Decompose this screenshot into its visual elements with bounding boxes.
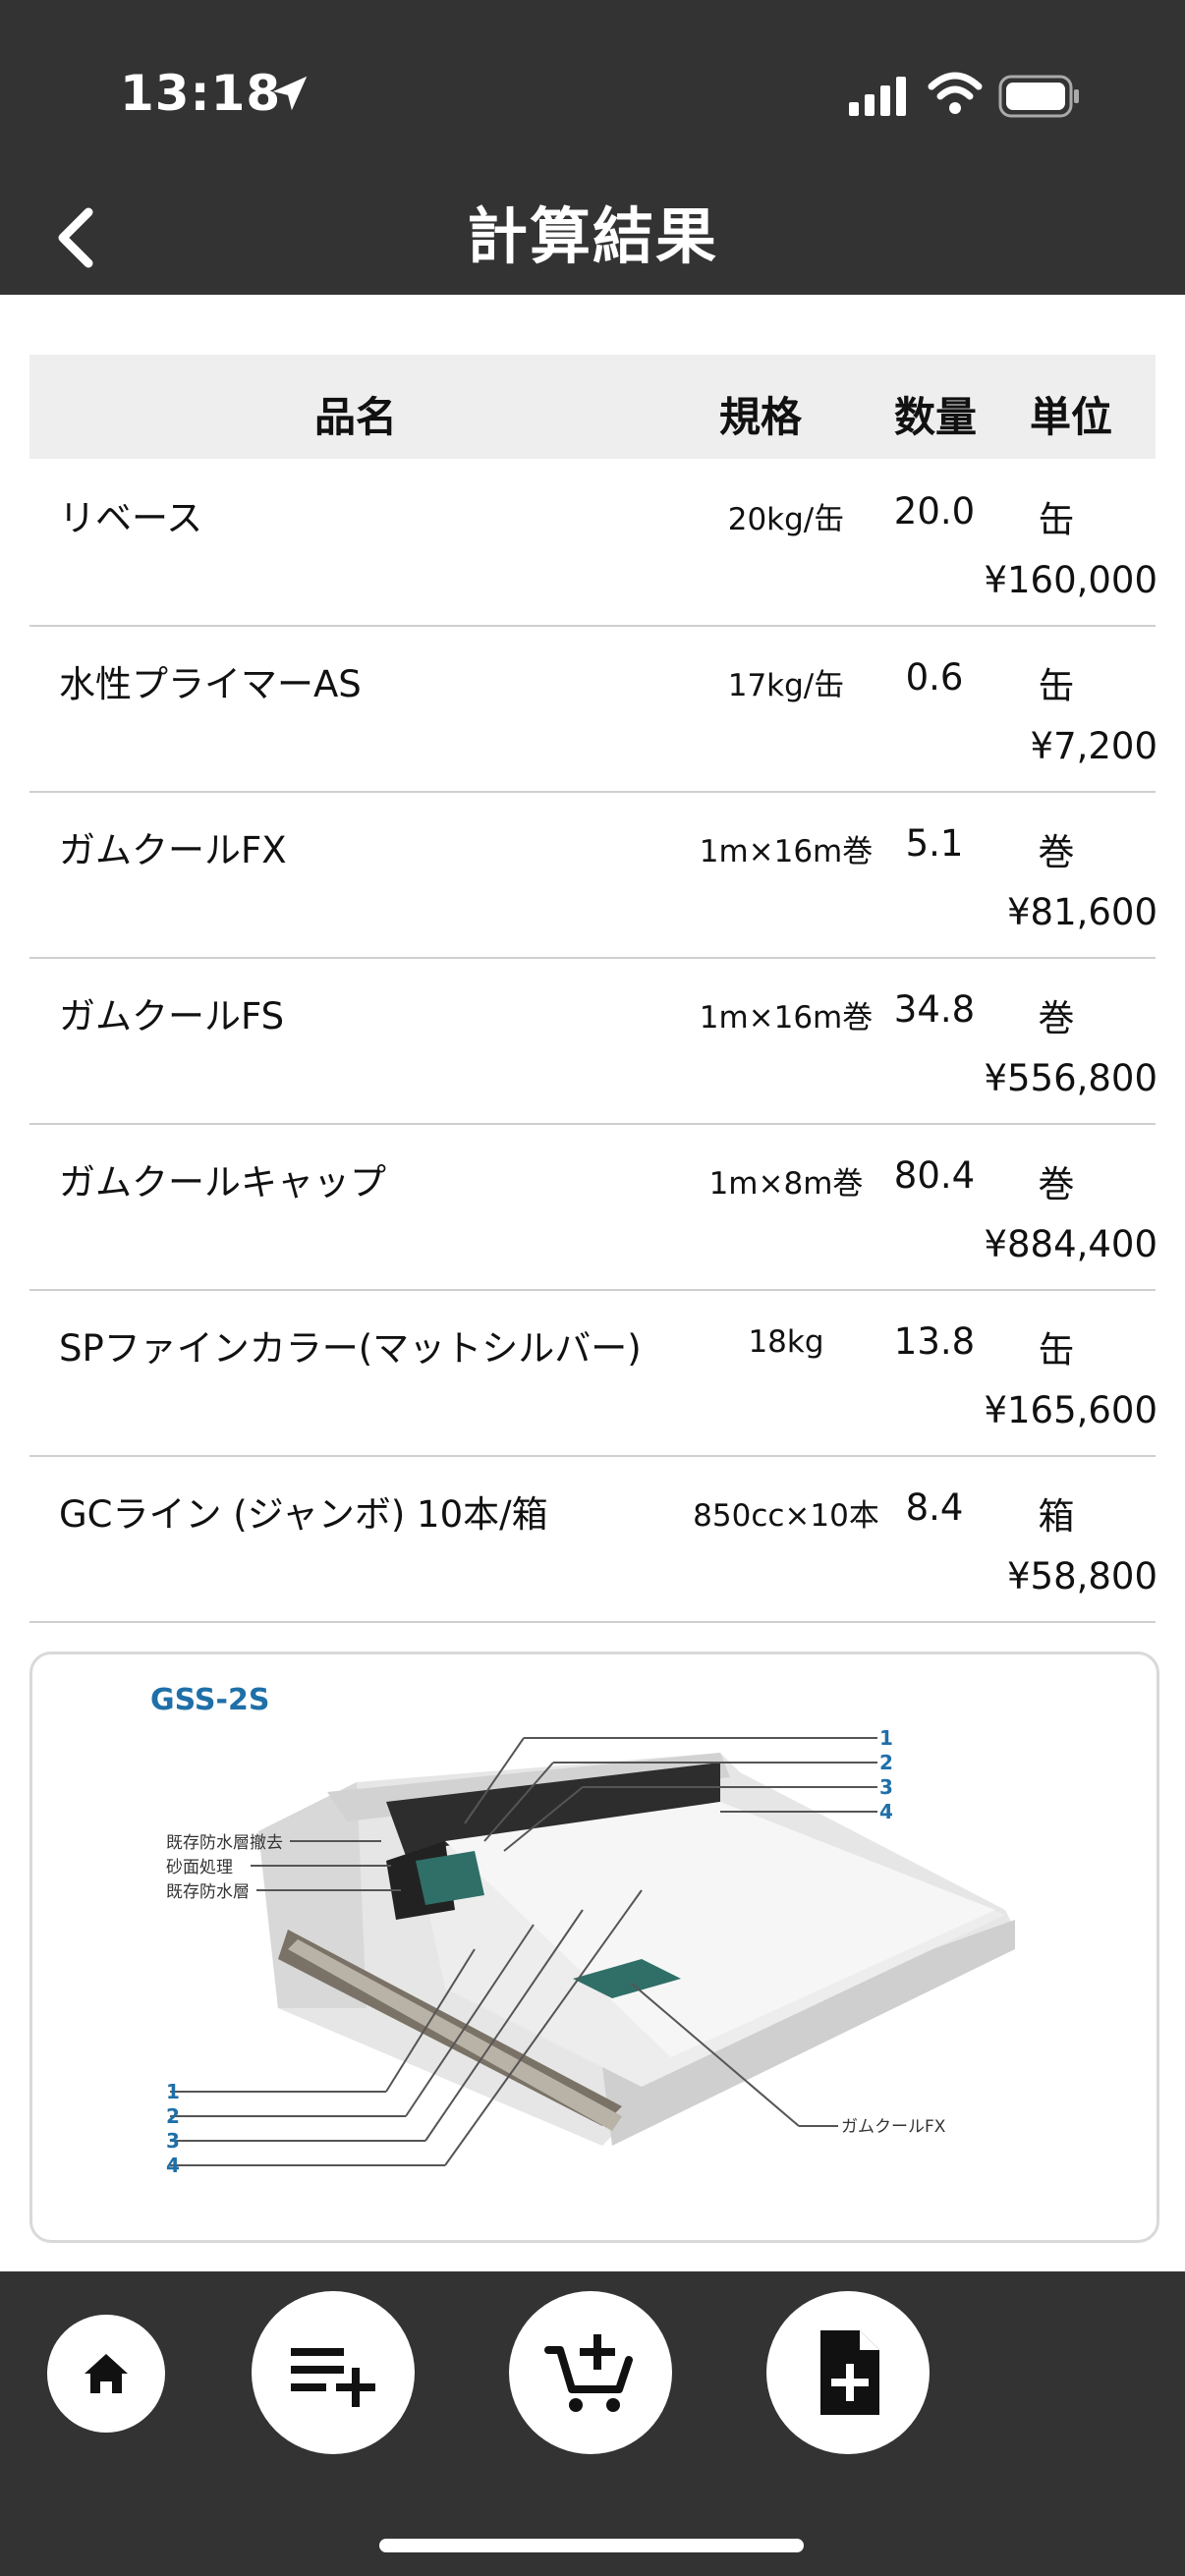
- table-row: ガムクールキャップ 1m×8m巻 80.4 巻 ¥884,400: [29, 1123, 1157, 1291]
- item-qty: 34.8: [893, 988, 976, 1031]
- table-header: 品名 規格 数量 単位: [29, 355, 1156, 459]
- file-add-icon: [820, 2330, 879, 2415]
- table-row: ガムクールFS 1m×16m巻 34.8 巻 ¥556,800: [29, 957, 1157, 1125]
- status-time: 13:18: [120, 65, 282, 122]
- item-qty: 0.6: [905, 656, 964, 699]
- column-header-spec: 規格: [719, 393, 803, 441]
- callout-label: ガムクールFX: [841, 2117, 946, 2137]
- item-unit: 缶: [1038, 499, 1075, 541]
- home-icon: [85, 2354, 128, 2393]
- item-qty: 8.4: [905, 1486, 964, 1529]
- item-price: ¥81,600: [1006, 891, 1157, 933]
- top-number: 1: [879, 1726, 893, 1750]
- wifi-icon: [928, 72, 983, 114]
- playlist-add-icon: [291, 2348, 375, 2407]
- page-title: 計算結果: [466, 200, 718, 272]
- item-price: ¥556,800: [984, 1057, 1157, 1099]
- item-price: ¥165,600: [984, 1389, 1157, 1431]
- table-row: リベース 20kg/缶 20.0 缶 ¥160,000: [29, 459, 1157, 627]
- column-header-qty: 数量: [894, 393, 978, 441]
- left-label: 既存防水層撤去: [166, 1833, 283, 1853]
- item-unit: 巻: [1038, 1163, 1075, 1205]
- item-name: GCライン (ジャンボ) 10本/箱: [59, 1493, 548, 1536]
- item-unit: 缶: [1038, 665, 1075, 707]
- cart-add-icon: [544, 2334, 633, 2412]
- construction-diagram-card: GSS-2S 1 2 3 4 既存防水層撤去 砂面処理 既存防水層 1 2 3 …: [29, 1652, 1159, 2243]
- item-qty: 5.1: [905, 822, 964, 865]
- bottom-number: 2: [166, 2104, 180, 2128]
- roof-section-illustration: GSS-2S 1 2 3 4 既存防水層撤去 砂面処理 既存防水層 1 2 3 …: [150, 1683, 1015, 2177]
- battery-icon: [998, 75, 1079, 118]
- top-number: 2: [879, 1751, 893, 1774]
- item-name: リベース: [59, 497, 203, 539]
- item-unit: 巻: [1038, 997, 1075, 1039]
- item-price: ¥160,000: [984, 559, 1157, 601]
- new-document-button[interactable]: [766, 2291, 930, 2454]
- bottom-number: 1: [166, 2080, 180, 2103]
- bottom-number: 3: [166, 2129, 180, 2153]
- table-row: GCライン (ジャンボ) 10本/箱 850cc×10本 8.4 箱 ¥58,8…: [29, 1455, 1157, 1623]
- top-number: 4: [879, 1800, 893, 1823]
- item-unit: 巻: [1038, 831, 1075, 873]
- table-row: 水性プライマーAS 17kg/缶 0.6 缶 ¥7,200: [29, 625, 1157, 793]
- bottom-number: 4: [166, 2154, 180, 2177]
- system-name-label: GSS-2S: [150, 1683, 269, 1717]
- item-qty: 20.0: [893, 490, 976, 532]
- left-label: 砂面処理: [166, 1858, 233, 1877]
- add-to-cart-button[interactable]: [509, 2291, 672, 2454]
- item-name: SPファインカラー(マットシルバー): [59, 1327, 642, 1370]
- cellular-signal-icon: [849, 77, 906, 116]
- add-to-list-button[interactable]: [252, 2291, 415, 2454]
- location-arrow-icon: [272, 76, 308, 111]
- column-header-name: 品名: [314, 393, 398, 441]
- item-unit: 缶: [1038, 1329, 1075, 1372]
- left-label: 既存防水層: [166, 1882, 250, 1902]
- item-qty: 13.8: [893, 1320, 976, 1363]
- home-indicator[interactable]: [379, 2539, 804, 2552]
- item-name: ガムクールキャップ: [59, 1161, 386, 1204]
- item-qty: 80.4: [893, 1154, 976, 1197]
- item-name: 水性プライマーAS: [59, 663, 362, 705]
- item-name: ガムクールFS: [59, 995, 285, 1037]
- table-row: SPファインカラー(マットシルバー) 18kg 13.8 缶 ¥165,600: [29, 1289, 1157, 1457]
- column-header-unit: 単位: [1030, 393, 1113, 441]
- item-unit: 箱: [1038, 1495, 1075, 1538]
- item-price: ¥7,200: [1030, 725, 1157, 767]
- table-row: ガムクールFX 1m×16m巻 5.1 巻 ¥81,600: [29, 791, 1157, 959]
- item-price: ¥884,400: [984, 1223, 1157, 1265]
- top-number: 3: [879, 1775, 893, 1799]
- home-button[interactable]: [47, 2315, 165, 2433]
- item-name: ガムクールFX: [59, 829, 287, 871]
- item-price: ¥58,800: [1006, 1555, 1157, 1597]
